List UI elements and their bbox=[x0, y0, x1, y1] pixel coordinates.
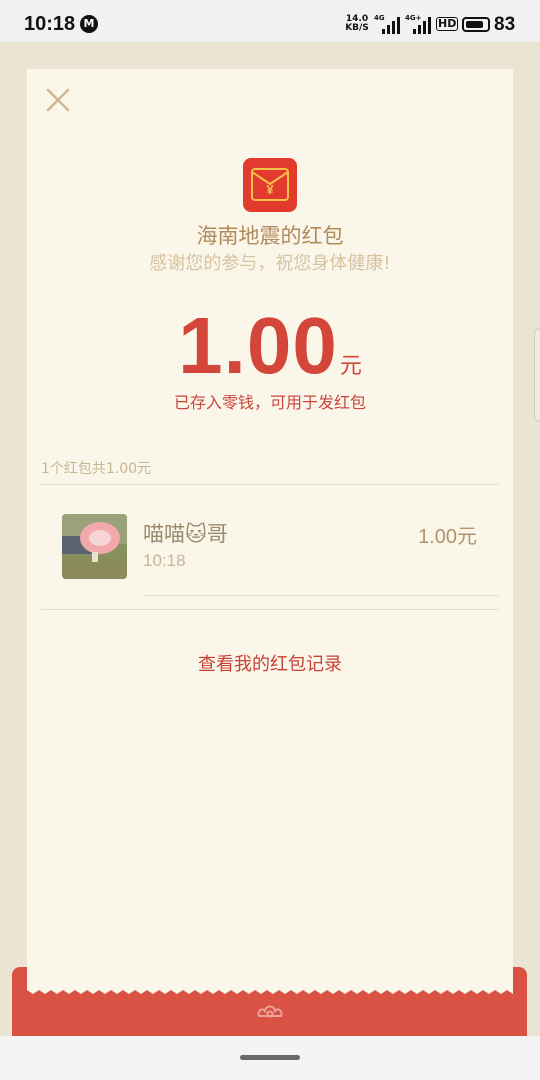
status-bar: 10:18 M 14.0 KB/S 4G 4G+ HD 83 bbox=[0, 0, 540, 42]
red-envelope-icon: ¥ bbox=[243, 158, 297, 212]
battery-icon bbox=[462, 17, 490, 32]
amount-value: 1.00 bbox=[178, 301, 338, 390]
home-indicator[interactable] bbox=[240, 1055, 300, 1060]
hd-voice-icon: HD bbox=[436, 17, 459, 31]
amount-unit: 元 bbox=[339, 354, 362, 379]
packet-summary: 1个红包共1.00元 bbox=[41, 461, 152, 477]
row-divider bbox=[143, 595, 499, 596]
close-icon[interactable] bbox=[44, 86, 72, 114]
network-speed: 14.0 KB/S bbox=[345, 15, 369, 33]
red-packet-greeting: 感谢您的参与，祝您身体健康! bbox=[149, 253, 391, 274]
deposit-note: 已存入零钱，可用于发红包 bbox=[173, 393, 366, 412]
divider bbox=[41, 609, 499, 610]
signal-sim2-icon: 4G+ bbox=[405, 14, 431, 34]
svg-text:¥: ¥ bbox=[266, 182, 274, 197]
divider bbox=[41, 484, 499, 485]
app-notification-icon: M bbox=[80, 15, 98, 33]
signal-sim1-icon: 4G bbox=[374, 14, 400, 34]
side-edge-handle[interactable] bbox=[534, 328, 540, 422]
view-records-link[interactable]: 查看我的红包记录 bbox=[0, 650, 540, 676]
avatar[interactable] bbox=[62, 514, 127, 579]
receiver-name: 喵喵🐱哥 bbox=[143, 522, 228, 546]
cloud-emblem-icon bbox=[257, 1005, 283, 1018]
card-torn-edge bbox=[27, 984, 513, 994]
receiver-time: 10:18 bbox=[143, 551, 186, 570]
red-packet-title: 海南地震的红包 bbox=[196, 224, 344, 248]
battery-fill bbox=[466, 21, 483, 28]
receiver-amount: 1.00元 bbox=[418, 526, 477, 548]
network-speed-unit: KB/S bbox=[345, 23, 369, 33]
battery-percent: 83 bbox=[494, 14, 516, 35]
received-amount: 1.00元 bbox=[0, 300, 540, 392]
status-time: 10:18 bbox=[24, 13, 76, 35]
